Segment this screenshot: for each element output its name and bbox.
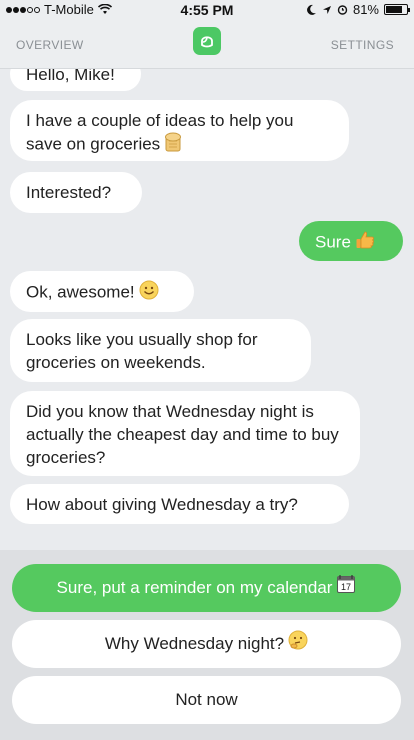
message-bot: Ok, awesome! (10, 271, 194, 312)
message-bot: Looks like you usually shop for grocerie… (10, 319, 311, 382)
button-label: Not now (175, 690, 238, 709)
message-text: Interested? (26, 183, 112, 202)
button-label: Sure, put a reminder on my calendar (56, 578, 333, 597)
message-text: Hello, Mike! (26, 69, 115, 84)
remind-calendar-button[interactable]: Sure, put a reminder on my calendar 17 (12, 564, 401, 612)
battery-icon (384, 4, 410, 15)
message-bot: Did you know that Wednesday night is act… (10, 391, 360, 476)
bread-icon (164, 132, 182, 158)
overview-link[interactable]: OVERVIEW (16, 38, 84, 52)
not-now-button[interactable]: Not now (12, 676, 401, 724)
top-nav: OVERVIEW SETTINGS (0, 20, 414, 69)
location-arrow-icon (322, 5, 331, 14)
message-text: Ok, awesome! (26, 282, 135, 302)
message-bot: I have a couple of ideas to help you sav… (10, 100, 349, 161)
quick-reply-panel: Sure, put a reminder on my calendar 17 Wh… (0, 550, 414, 740)
moon-icon (307, 4, 316, 15)
message-user: Sure (299, 221, 403, 261)
message-text: How about giving Wednesday a try? (26, 495, 298, 514)
message-bot: Hello, Mike! (10, 69, 141, 91)
thinking-face-icon (288, 621, 308, 669)
app-logo-icon[interactable] (193, 27, 221, 55)
chat-thread[interactable]: Hello, Mike! I have a couple of ideas to… (0, 69, 414, 550)
smiley-icon (139, 280, 159, 306)
message-text: Sure (315, 232, 351, 252)
message-text: I have a couple of ideas to help you sav… (26, 111, 294, 154)
status-bar: T-Mobile 4:55 PM 81% (0, 0, 414, 20)
battery-percent: 81% (352, 2, 379, 17)
thumbs-up-icon (355, 230, 375, 256)
calendar-icon: 17 (336, 565, 356, 613)
why-wednesday-button[interactable]: Why Wednesday night? (12, 620, 401, 668)
button-label: Why Wednesday night? (104, 634, 285, 653)
status-icons: 81% (307, 2, 410, 17)
message-bot: How about giving Wednesday a try? (10, 484, 349, 524)
alarm-icon (337, 5, 348, 15)
message-bot: Interested? (10, 172, 142, 213)
settings-link[interactable]: SETTINGS (331, 38, 394, 52)
calendar-day: 17 (341, 582, 351, 592)
message-text: Looks like you usually shop for grocerie… (26, 330, 258, 372)
message-text: Did you know that Wednesday night is act… (26, 402, 339, 467)
